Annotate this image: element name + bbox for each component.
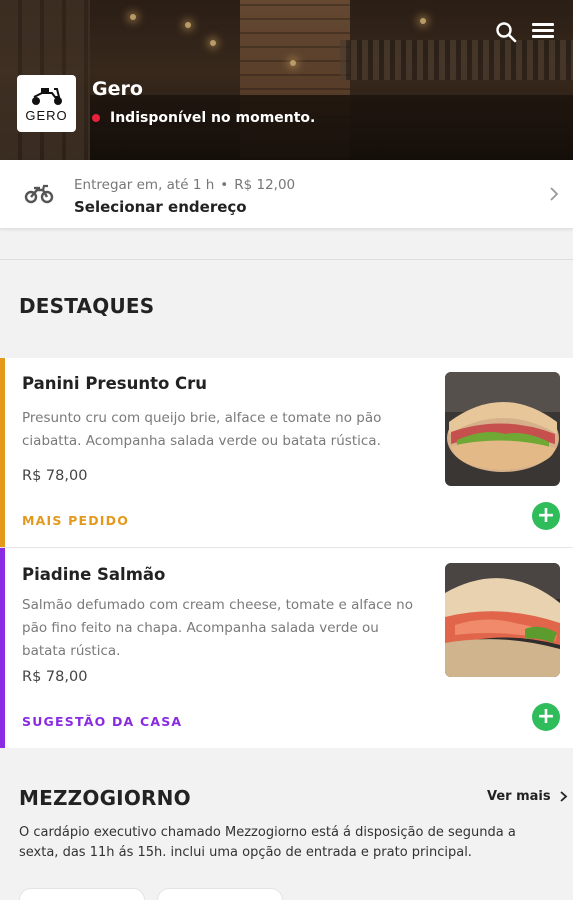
product-accent-bar: [0, 548, 5, 748]
delivery-separator: •: [220, 177, 229, 193]
product-name: Panini Presunto Cru: [22, 374, 208, 393]
product-description: Salmão defumado com cream cheese, tomate…: [22, 597, 413, 659]
see-more-link[interactable]: Ver mais: [487, 789, 568, 804]
product-card[interactable]: Panini Presunto Cru Presunto cru com que…: [0, 358, 573, 547]
add-to-cart-button[interactable]: +: [532, 703, 560, 731]
store-header-banner: [0, 0, 573, 160]
product-description: Presunto cru com queijo brie, alface e t…: [22, 410, 382, 449]
delivery-eta: Entregar em, até 1 h: [74, 177, 215, 193]
product-photo: [445, 372, 560, 486]
see-more-label: Ver mais: [487, 789, 551, 804]
hamburger-menu-icon[interactable]: [530, 20, 556, 44]
product-price: R$ 78,00: [22, 669, 88, 685]
delivery-info: Entregar em, até 1 h • R$ 12,00: [74, 177, 295, 193]
scooter-icon: [31, 88, 62, 105]
product-card[interactable]: Piadine Salmão Salmão defumado com cream…: [0, 548, 573, 748]
product-tag: SUGESTÃO DA CASA: [22, 714, 183, 729]
delivery-fee: R$ 12,00: [234, 177, 296, 193]
section-divider: [0, 259, 573, 260]
store-name: Gero: [92, 78, 143, 100]
plus-icon: +: [536, 503, 556, 528]
status-text: Indisponível no momento.: [110, 110, 316, 126]
select-address-label: Selecionar endereço: [74, 198, 247, 216]
status-dot-icon: [92, 114, 100, 122]
product-tag: MAIS PEDIDO: [22, 513, 130, 528]
chevron-right-icon: [550, 187, 559, 201]
category-card[interactable]: [157, 888, 283, 900]
banner-overlay: [0, 0, 573, 160]
add-to-cart-button[interactable]: +: [532, 502, 560, 530]
logo-text: GERO: [25, 108, 68, 123]
category-card[interactable]: [19, 888, 145, 900]
section-title-mezzogiorno: MEZZOGIORNO: [19, 786, 191, 810]
product-photo: [445, 563, 560, 677]
product-name: Piadine Salmão: [22, 565, 166, 584]
product-accent-bar: [0, 358, 5, 547]
motorcycle-icon: [24, 184, 54, 204]
chevron-right-icon: [560, 791, 567, 802]
delivery-address-selector[interactable]: Entregar em, até 1 h • R$ 12,00 Selecionar…: [0, 160, 573, 229]
plus-icon: +: [536, 704, 556, 729]
section-title-highlights: DESTAQUES: [19, 294, 155, 318]
store-status: Indisponível no momento.: [92, 110, 315, 126]
section-description: O cardápio executivo chamado Mezzogiorno…: [19, 825, 516, 860]
search-icon[interactable]: [494, 20, 518, 44]
store-logo: GERO: [17, 75, 76, 132]
product-price: R$ 78,00: [22, 468, 88, 484]
